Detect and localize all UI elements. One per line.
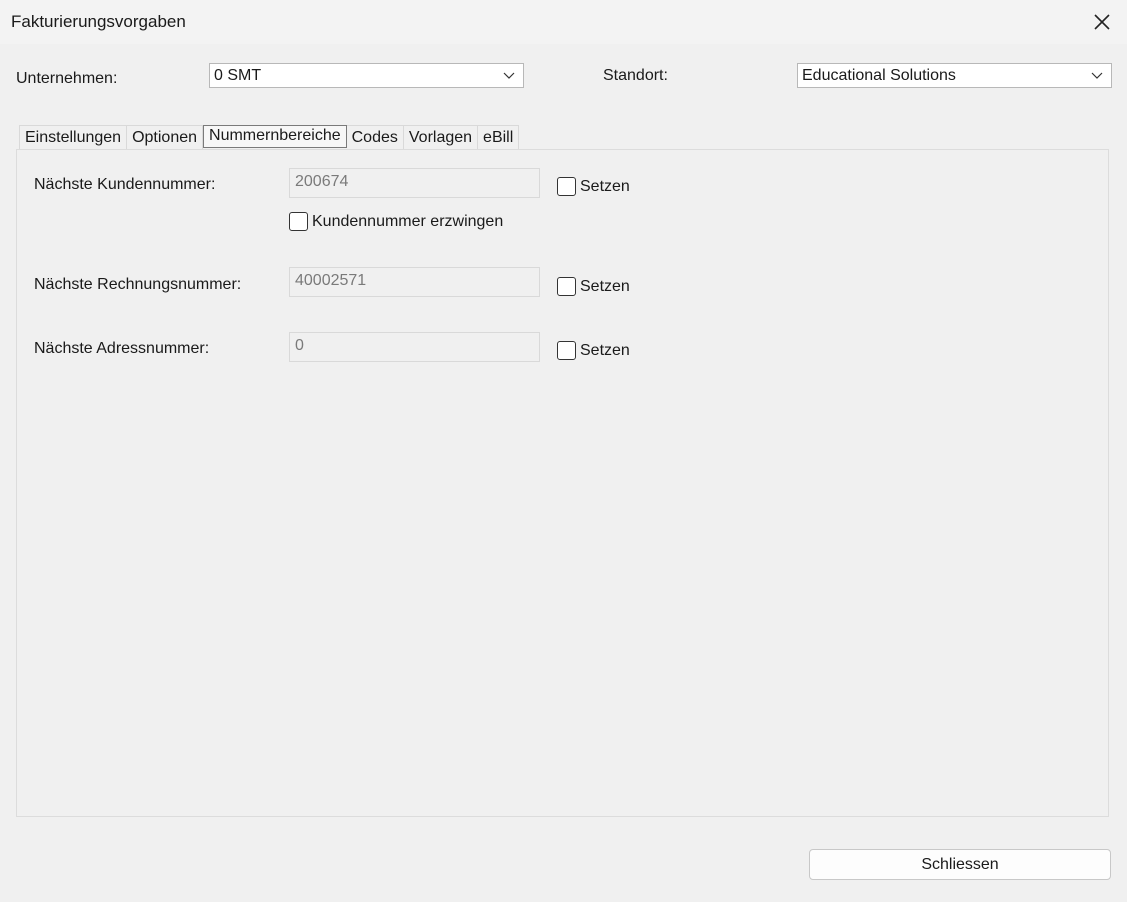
chevron-down-icon: [503, 72, 515, 79]
invoice-number-label: Nächste Rechnungsnummer:: [34, 276, 242, 293]
chevron-down-icon: [1091, 72, 1103, 79]
address-number-set-checkbox[interactable]: [557, 341, 576, 360]
close-icon: [1094, 14, 1110, 30]
tab-ebill[interactable]: eBill: [478, 125, 520, 149]
enforce-customer-number-label: Kundennummer erzwingen: [312, 213, 504, 230]
invoice-number-field[interactable]: 40002571: [289, 267, 540, 297]
invoice-number-set-label: Setzen: [580, 278, 630, 295]
address-number-field[interactable]: 0: [289, 332, 540, 362]
customer-number-field[interactable]: 200674: [289, 168, 540, 198]
tab-number-ranges[interactable]: Nummernbereiche: [203, 125, 347, 148]
close-button[interactable]: [1077, 0, 1127, 44]
tab-options[interactable]: Optionen: [127, 125, 204, 149]
customer-number-set-label: Setzen: [580, 178, 630, 195]
customer-number-label: Nächste Kundennummer:: [34, 176, 216, 193]
tab-bar: Einstellungen Optionen Nummernbereiche C…: [19, 125, 520, 150]
company-select[interactable]: 0 SMT: [209, 63, 524, 88]
tab-codes[interactable]: Codes: [346, 125, 404, 149]
company-select-value: 0 SMT: [214, 67, 262, 84]
customer-number-set-checkbox[interactable]: [557, 177, 576, 196]
location-select[interactable]: Educational Solutions: [797, 63, 1112, 88]
location-select-value: Educational Solutions: [802, 67, 956, 84]
invoice-number-set-checkbox[interactable]: [557, 277, 576, 296]
company-label: Unternehmen:: [16, 70, 118, 87]
title-bar: Fakturierungsvorgaben: [0, 0, 1127, 44]
tab-panel-number-ranges: [16, 149, 1109, 817]
address-number-label: Nächste Adressnummer:: [34, 340, 210, 357]
close-dialog-button[interactable]: Schliessen: [809, 849, 1111, 880]
enforce-customer-number-checkbox[interactable]: [289, 212, 308, 231]
tab-settings[interactable]: Einstellungen: [19, 125, 128, 149]
address-number-set-label: Setzen: [580, 342, 630, 359]
location-label: Standort:: [603, 67, 668, 84]
window-title: Fakturierungsvorgaben: [11, 12, 186, 31]
tab-templates[interactable]: Vorlagen: [403, 125, 479, 149]
